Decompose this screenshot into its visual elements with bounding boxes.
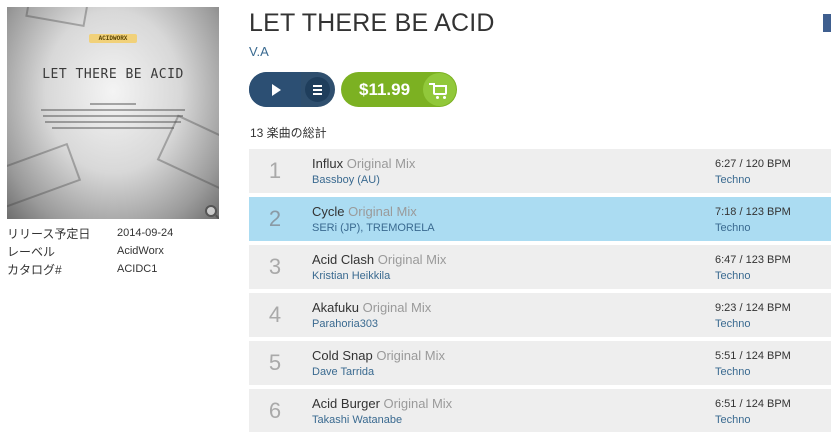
track-duration-bpm: 7:18 / 123 BPM [715,206,791,218]
track-title-text: Cycle [312,204,345,219]
meta-label: リリース予定日 [7,226,91,241]
album-artwork[interactable]: ACIDWORX LET THERE BE ACID [7,7,219,219]
zoom-icon[interactable] [205,205,217,217]
track-mix: Original Mix [377,252,447,267]
play-button[interactable] [249,72,301,107]
track-title[interactable]: Akafuku Original Mix [312,300,431,315]
artwork-logo-text: ACIDWORX [98,35,128,42]
track-title-text: Influx [312,156,344,171]
track-title-text: Cold Snap [312,348,373,363]
track-genre-link[interactable]: Techno [715,366,750,378]
track-row[interactable]: 3 Acid Clash Original Mix Kristian Heikk… [249,245,831,289]
cart-icon [428,82,447,99]
track-title[interactable]: Influx Original Mix [312,156,415,171]
track-number: 4 [268,302,282,327]
queue-menu-button[interactable] [305,77,330,102]
release-meta: リリース予定日 2014-09-24 レーベル AcidWorx カタログ# A… [7,224,173,278]
track-artist-link[interactable]: Dave Tarrida [312,366,374,378]
price-label: $11.99 [359,79,411,99]
artwork-credits [37,99,189,133]
track-count: 13 楽曲の総計 [250,126,327,140]
track-mix: Original Mix [362,300,432,315]
buy-button[interactable]: $11.99 [341,72,457,107]
track-number: 5 [268,350,282,375]
track-number: 2 [268,206,282,231]
track-mix: Original Mix [383,396,453,411]
meta-row-catalog: カタログ# ACIDC1 [7,260,173,278]
track-title[interactable]: Acid Clash Original Mix [312,252,446,267]
track-mix: Original Mix [346,156,416,171]
track-row[interactable]: 4 Akafuku Original Mix Parahoria303 9:23… [249,293,831,337]
track-mix: Original Mix [348,204,417,219]
track-duration-bpm: 6:51 / 124 BPM [715,398,791,410]
artwork-decoration [25,7,89,28]
track-genre-link[interactable]: Techno [715,222,750,234]
track-artist-link[interactable]: SERi (JP), TREMORELA [312,222,435,234]
track-artist-link[interactable]: Kristian Heikkila [312,270,390,282]
track-title-text: Akafuku [312,300,359,315]
track-genre-link[interactable]: Techno [715,270,750,282]
track-list: 1 Influx Original Mix Bassboy (AU) 6:27 … [249,149,831,432]
corner-square [823,14,831,32]
track-artist-link[interactable]: Takashi Watanabe [312,414,402,426]
track-genre-link[interactable]: Techno [715,174,750,186]
track-artist-link[interactable]: Parahoria303 [312,318,378,330]
track-title-text: Acid Burger [312,396,380,411]
track-title[interactable]: Acid Burger Original Mix [312,396,452,411]
track-genre-link[interactable]: Techno [715,414,750,426]
track-row[interactable]: 2 Cycle Original Mix SERi (JP), TREMOREL… [249,197,831,241]
release-artist-link[interactable]: V.A [249,44,269,59]
meta-value: AcidWorx [117,245,164,257]
track-row[interactable]: 5 Cold Snap Original Mix Dave Tarrida 5:… [249,341,831,385]
track-title[interactable]: Cold Snap Original Mix [312,348,445,363]
meta-label: レーベル [7,244,56,259]
track-duration-bpm: 6:27 / 120 BPM [715,158,791,170]
track-title[interactable]: Cycle Original Mix [312,204,417,219]
meta-value: ACIDC1 [117,263,158,275]
meta-value: 2014-09-24 [117,227,174,239]
meta-row-release-date: リリース予定日 2014-09-24 [7,224,173,242]
track-number: 3 [268,254,282,279]
meta-row-label: レーベル AcidWorx [7,242,173,260]
player-control [249,72,335,107]
menu-icon [313,84,322,87]
meta-label: カタログ# [7,262,62,277]
track-title-text: Acid Clash [312,252,375,267]
track-genre-link[interactable]: Techno [715,318,750,330]
artwork-title: LET THERE BE ACID [42,67,184,82]
play-icon [271,83,281,96]
track-duration-bpm: 6:47 / 123 BPM [715,254,791,266]
track-duration-bpm: 5:51 / 124 BPM [715,350,791,362]
track-number: 6 [268,398,282,423]
track-number: 1 [268,158,282,183]
track-row[interactable]: 1 Influx Original Mix Bassboy (AU) 6:27 … [249,149,831,193]
track-artist-link[interactable]: Bassboy (AU) [312,174,380,186]
artwork-logo: ACIDWORX [89,34,137,43]
artwork-decoration [7,142,82,212]
track-mix: Original Mix [376,348,445,363]
track-duration-bpm: 9:23 / 124 BPM [715,302,791,314]
track-row[interactable]: 6 Acid Burger Original Mix Takashi Watan… [249,389,831,432]
release-title: LET THERE BE ACID [249,9,495,37]
add-to-cart-button[interactable] [423,73,456,106]
